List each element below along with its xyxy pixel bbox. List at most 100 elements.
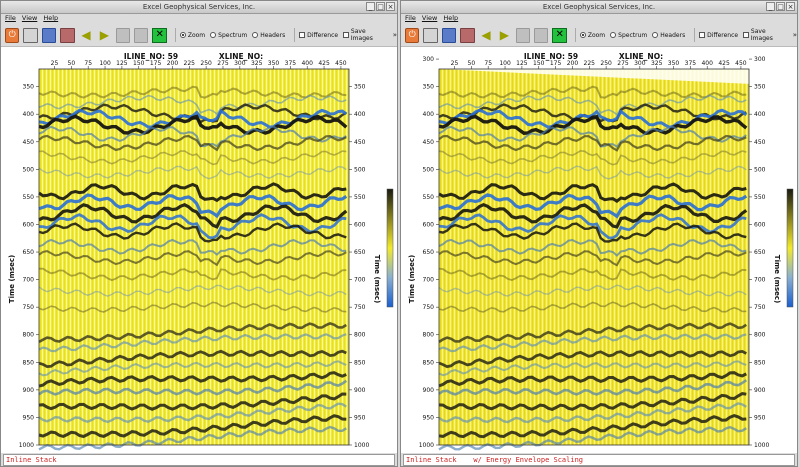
y-axis-label-left: Time (msec) (8, 255, 16, 303)
toolbar-overflow-icon[interactable]: » (393, 31, 397, 39)
close-button[interactable]: × (786, 2, 795, 11)
y-tick-label: 600 (423, 221, 435, 228)
seismic-image (438, 68, 750, 451)
x-tick-label: 225 (584, 60, 596, 67)
forward-arrow-icon[interactable]: ▶ (97, 28, 111, 43)
print-icon[interactable] (23, 27, 38, 43)
back-arrow-icon[interactable]: ◀ (79, 28, 93, 43)
save-icon[interactable] (41, 27, 57, 43)
frame-icon[interactable] (533, 27, 549, 43)
left-time-axis: 350 400 450 500 550 600 650 700 750 800 850 900 950 1… (19, 84, 39, 449)
y-tick-label: 600 (354, 221, 366, 228)
x-tick-label: 200 (567, 60, 579, 67)
back-arrow-icon[interactable]: ◀ (479, 28, 493, 43)
close-button[interactable]: × (386, 2, 395, 11)
save-icon[interactable] (441, 27, 457, 43)
x-tick-label: 175 (150, 60, 162, 67)
x-tick-label: 225 (184, 60, 196, 67)
spectrum-radio[interactable]: Spectrum (210, 32, 247, 39)
y-tick-label: 850 (23, 359, 35, 366)
minimize-button[interactable]: _ (366, 2, 375, 11)
y-tick-label: 550 (754, 194, 766, 201)
zoom-radio[interactable]: Zoom (579, 31, 606, 39)
save-as-icon[interactable] (460, 27, 475, 43)
save-as-icon[interactable] (60, 27, 75, 43)
difference-checkbox[interactable]: Difference (299, 32, 338, 39)
x-tick-label: 50 (468, 60, 476, 67)
viewer-window-right: Excel Geophysical Services, Inc. _ □ × F… (400, 0, 798, 467)
toolbar-separator (574, 28, 576, 42)
seismic-section-svg[interactable]: ILINE_NO: 59 XLINE_NO: 25 50 75 100 125 150 17… (401, 47, 798, 453)
x-tick-label: 100 (499, 60, 511, 67)
y-tick-label: 400 (423, 111, 435, 118)
y-tick-label: 650 (423, 249, 435, 256)
y-tick-label: 500 (354, 166, 366, 173)
x-tick-label: 250 (600, 60, 612, 67)
frame-icon[interactable] (133, 27, 149, 43)
x-tick-label: 450 (335, 60, 347, 67)
menu-help[interactable]: Help (443, 13, 458, 24)
minimize-button[interactable]: _ (766, 2, 775, 11)
toolbar-overflow-icon[interactable]: » (793, 31, 797, 39)
y-tick-label: 550 (423, 194, 435, 201)
headers-radio[interactable]: Headers (252, 32, 285, 39)
seismic-section-svg[interactable]: ILINE_NO: 59 XLINE_NO: 25 50 75 100 125 150 17… (1, 47, 398, 453)
print-icon[interactable] (423, 27, 438, 43)
radio-dot (179, 32, 186, 38)
y-tick-label: 800 (423, 332, 435, 339)
y-tick-label: 750 (423, 304, 435, 311)
y-tick-label: 900 (23, 387, 35, 394)
checkbox-label: Difference (307, 31, 339, 39)
y-tick-label: 350 (23, 84, 35, 91)
radio-dot (652, 32, 659, 38)
save-images-checkbox[interactable]: Save Images (343, 28, 388, 42)
wrench-icon[interactable] (515, 27, 530, 43)
checkbox-box (343, 32, 349, 38)
y-axis-label-right: Time (msec) (773, 255, 781, 303)
maximize-button[interactable]: □ (776, 2, 785, 11)
zoom-radio[interactable]: Zoom (179, 32, 205, 39)
toolbar: ⏻ ◀ ▶ ✕ Zoom Spectrum Headers Difference… (1, 24, 397, 47)
x-tick-label: 125 (116, 60, 128, 67)
headers-radio[interactable]: Headers (652, 32, 685, 39)
menu-file[interactable]: File (405, 13, 416, 24)
y-tick-label: 900 (423, 387, 435, 394)
exit-x-icon[interactable]: ✕ (152, 27, 167, 43)
seismic-plot-area[interactable]: ILINE_NO: 59 XLINE_NO: 25 50 75 100 125 150 17… (1, 47, 398, 453)
left-time-axis: 300 350 400 450 500 550 600 650 700 750 800 850 900 9… (419, 56, 439, 449)
checkbox-label: Difference (707, 31, 739, 39)
power-icon[interactable]: ⏻ (5, 27, 20, 43)
x-axis-ticks: 25 50 75 100 125 150 175 200 225 250 275 300 325 350 3… (451, 60, 747, 69)
y-tick-label: 500 (754, 166, 766, 173)
menu-help[interactable]: Help (43, 13, 58, 24)
seismic-image (38, 68, 350, 451)
difference-checkbox[interactable]: Difference (699, 32, 738, 39)
menu-view[interactable]: View (22, 13, 37, 24)
y-tick-label: 700 (354, 277, 366, 284)
status-bar: Inline Stack (3, 454, 395, 466)
radio-label: Headers (660, 31, 686, 39)
y-tick-label: 950 (423, 414, 435, 421)
save-images-checkbox[interactable]: Save Images (743, 28, 788, 42)
menu-file[interactable]: File (5, 13, 16, 24)
y-tick-label: 600 (754, 221, 766, 228)
menu-view[interactable]: View (422, 13, 437, 24)
maximize-button[interactable]: □ (376, 2, 385, 11)
y-tick-label: 600 (23, 221, 35, 228)
y-tick-label: 1000 (419, 442, 434, 449)
x-tick-label: 325 (251, 60, 263, 67)
x-tick-label: 400 (701, 60, 713, 67)
wrench-icon[interactable] (115, 27, 130, 43)
x-tick-label: 275 (217, 60, 229, 67)
seismic-plot-area[interactable]: ILINE_NO: 59 XLINE_NO: 25 50 75 100 125 150 17… (401, 47, 798, 453)
window-title: Excel Geophysical Services, Inc. (142, 3, 256, 11)
x-tick-label: 150 (533, 60, 545, 67)
forward-arrow-icon[interactable]: ▶ (497, 28, 511, 43)
spectrum-radio[interactable]: Spectrum (610, 32, 647, 39)
y-tick-label: 850 (423, 359, 435, 366)
y-tick-label: 500 (23, 166, 35, 173)
power-icon[interactable]: ⏻ (405, 27, 420, 43)
exit-x-icon[interactable]: ✕ (552, 27, 567, 43)
radio-label: Zoom (587, 31, 606, 39)
x-tick-label: 75 (484, 60, 492, 67)
